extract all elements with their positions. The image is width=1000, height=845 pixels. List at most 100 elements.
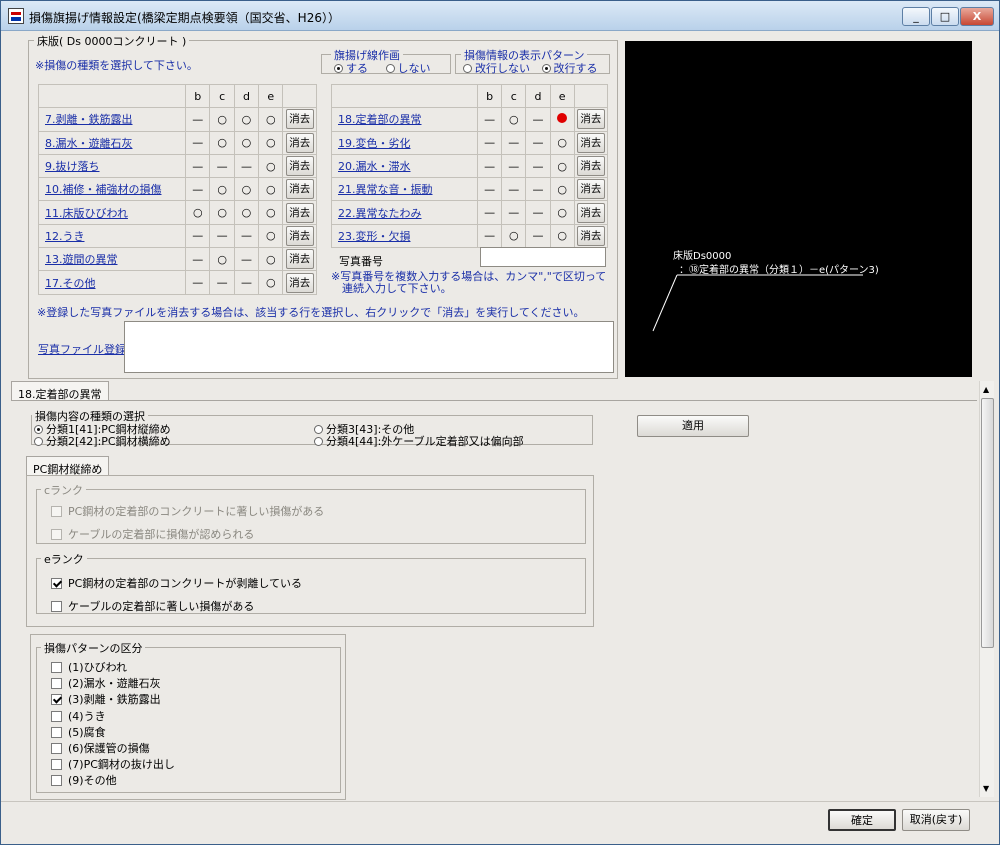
rank-cell-d[interactable]: — [233, 153, 260, 179]
ok-button[interactable]: 確定 [828, 809, 896, 831]
apply-button[interactable]: 適用 [637, 415, 749, 437]
rank-cell-e[interactable]: ○ [549, 200, 575, 225]
clear-button[interactable]: 消去 [285, 179, 314, 200]
scroll-down-icon[interactable]: ▼ [983, 784, 989, 793]
rank-cell-b[interactable]: — [185, 177, 211, 202]
clear-button[interactable]: 消去 [576, 156, 605, 177]
rank-cell-b[interactable]: — [185, 153, 211, 179]
rank-cell-b[interactable]: — [477, 153, 503, 179]
clear-button[interactable]: 消去 [285, 202, 314, 223]
pattern-no-break[interactable]: 改行しない [463, 62, 530, 75]
damage-row[interactable]: 22.異常なたわみ — — — ○ 消去 [330, 200, 609, 225]
maximize-button[interactable]: □ [931, 7, 959, 26]
damage-row[interactable]: 9.抜け落ち — — — ○ 消去 [37, 153, 317, 179]
pattern-item[interactable]: (5)腐食 [51, 724, 106, 740]
damage-type-link[interactable]: 22.異常なたわみ [330, 200, 479, 225]
pattern-item[interactable]: (6)保護管の損傷 [51, 740, 150, 756]
rank-cell-d[interactable]: — [525, 177, 551, 202]
rank-cell-c[interactable]: ○ [501, 107, 527, 132]
damage-row[interactable]: 12.うき — — — ○ 消去 [37, 223, 317, 249]
rank-cell-c[interactable]: ○ [209, 177, 235, 202]
photo-file-link[interactable]: 写真ファイル登録 [38, 341, 126, 357]
rank-cell-e[interactable]: ○ [258, 177, 284, 202]
flag-line-no[interactable]: しない [385, 62, 431, 75]
rank-cell-d[interactable]: — [233, 247, 260, 272]
damage-type-link[interactable]: 7.剥離・鉄筋露出 [37, 107, 187, 132]
clear-button[interactable]: 消去 [285, 272, 314, 293]
damage-row[interactable]: 20.漏水・滞水 — — — ○ 消去 [330, 153, 609, 179]
scroll-up-icon[interactable]: ▲ [983, 385, 989, 394]
damage-row[interactable]: 18.定着部の異常 — ○ — 消去 [330, 107, 609, 132]
rank-cell-d[interactable]: — [233, 270, 260, 295]
rank-cell-e[interactable]: ○ [258, 107, 284, 132]
damage-row[interactable]: 10.補修・補強材の損傷 — ○ ○ ○ 消去 [37, 177, 317, 202]
rank-cell-b[interactable]: — [477, 107, 503, 132]
rank-cell-c[interactable]: — [209, 223, 235, 249]
preview-canvas[interactable]: 床版Ds0000 ：⑱定着部の異常（分類１）－e(パターン3) [625, 41, 972, 377]
damage-row[interactable]: 13.遊間の異常 — ○ — ○ 消去 [37, 247, 317, 272]
damage-type-link[interactable]: 20.漏水・滞水 [330, 153, 479, 179]
rank-cell-c[interactable]: ○ [209, 247, 235, 272]
rank-cell-e[interactable]: ○ [549, 177, 575, 202]
rank-cell-e[interactable]: ○ [258, 247, 284, 272]
photo-file-input[interactable] [124, 321, 614, 373]
rank-cell-c[interactable]: — [501, 130, 527, 155]
rank-cell-c[interactable]: — [501, 177, 527, 202]
rank-c-item-2[interactable]: ケーブルの定着部に損傷が認められる [51, 526, 254, 542]
pattern-item[interactable]: (4)うき [51, 708, 106, 724]
clear-button[interactable]: 消去 [576, 179, 605, 200]
rank-e-item-1[interactable]: PC鋼材の定着部のコンクリートが剥離している [51, 575, 302, 591]
rank-cell-d[interactable]: — [525, 223, 551, 249]
rank-cell-c[interactable]: — [501, 153, 527, 179]
minimize-button[interactable]: _ [902, 7, 930, 26]
damage-row[interactable]: 8.漏水・遊離石灰 — ○ ○ ○ 消去 [37, 130, 317, 155]
damage-type-link[interactable]: 21.異常な音・振動 [330, 177, 479, 202]
damage-type-link[interactable]: 12.うき [37, 223, 187, 249]
rank-cell-c[interactable]: ○ [209, 130, 235, 155]
rank-e-item-2[interactable]: ケーブルの定着部に著しい損傷がある [51, 598, 254, 614]
rank-cell-e[interactable]: ○ [258, 270, 284, 295]
damage-type-link[interactable]: 13.遊間の異常 [37, 247, 187, 272]
rank-cell-e[interactable]: ○ [258, 200, 284, 225]
tab-pc-longitudinal[interactable]: PC鋼材縦締め [26, 456, 110, 476]
rank-cell-d[interactable]: — [525, 153, 551, 179]
rank-cell-b[interactable]: ○ [185, 200, 211, 225]
pattern-item[interactable]: (2)漏水・遊離石灰 [51, 675, 161, 691]
clear-button[interactable]: 消去 [576, 225, 605, 246]
rank-cell-b[interactable]: — [477, 223, 503, 249]
clear-button[interactable]: 消去 [576, 202, 605, 223]
damage-type-link[interactable]: 23.変形・欠損 [330, 223, 479, 249]
rank-cell-b[interactable]: — [185, 247, 211, 272]
rank-cell-e[interactable]: ○ [258, 223, 284, 249]
rank-cell-d[interactable]: ○ [233, 130, 260, 155]
damage-type-link[interactable]: 17.その他 [37, 270, 187, 295]
damage-type-option-4[interactable]: 分類4[44]:外ケーブル定着部又は偏向部 [314, 433, 524, 449]
damage-type-link[interactable]: 9.抜け落ち [37, 153, 187, 179]
clear-button[interactable]: 消去 [285, 109, 314, 130]
clear-button[interactable]: 消去 [576, 132, 605, 153]
rank-cell-d[interactable]: ○ [233, 200, 260, 225]
rank-cell-b[interactable]: — [477, 200, 503, 225]
rank-cell-b[interactable]: — [185, 270, 211, 295]
flag-line-yes[interactable]: する [334, 62, 368, 75]
damage-row[interactable]: 19.変色・劣化 — — — ○ 消去 [330, 130, 609, 155]
clear-button[interactable]: 消去 [576, 109, 605, 130]
rank-cell-b[interactable]: — [477, 130, 503, 155]
tab-anchorage[interactable]: 18.定着部の異常 [11, 381, 109, 401]
rank-cell-c[interactable]: — [209, 153, 235, 179]
rank-cell-e[interactable]: ○ [258, 130, 284, 155]
clear-button[interactable]: 消去 [285, 132, 314, 153]
rank-cell-e[interactable]: ○ [549, 153, 575, 179]
rank-cell-d[interactable]: ○ [233, 177, 260, 202]
rank-cell-d[interactable]: — [233, 223, 260, 249]
damage-row[interactable]: 11.床版ひびわれ ○ ○ ○ ○ 消去 [37, 200, 317, 225]
rank-cell-e[interactable] [549, 107, 575, 132]
clear-button[interactable]: 消去 [285, 249, 314, 270]
rank-cell-b[interactable]: — [477, 177, 503, 202]
damage-type-link[interactable]: 18.定着部の異常 [330, 107, 479, 132]
clear-button[interactable]: 消去 [285, 156, 314, 177]
photo-number-input[interactable] [480, 247, 606, 267]
damage-type-link[interactable]: 11.床版ひびわれ [37, 200, 187, 225]
damage-type-link[interactable]: 8.漏水・遊離石灰 [37, 130, 187, 155]
rank-cell-d[interactable]: — [525, 200, 551, 225]
